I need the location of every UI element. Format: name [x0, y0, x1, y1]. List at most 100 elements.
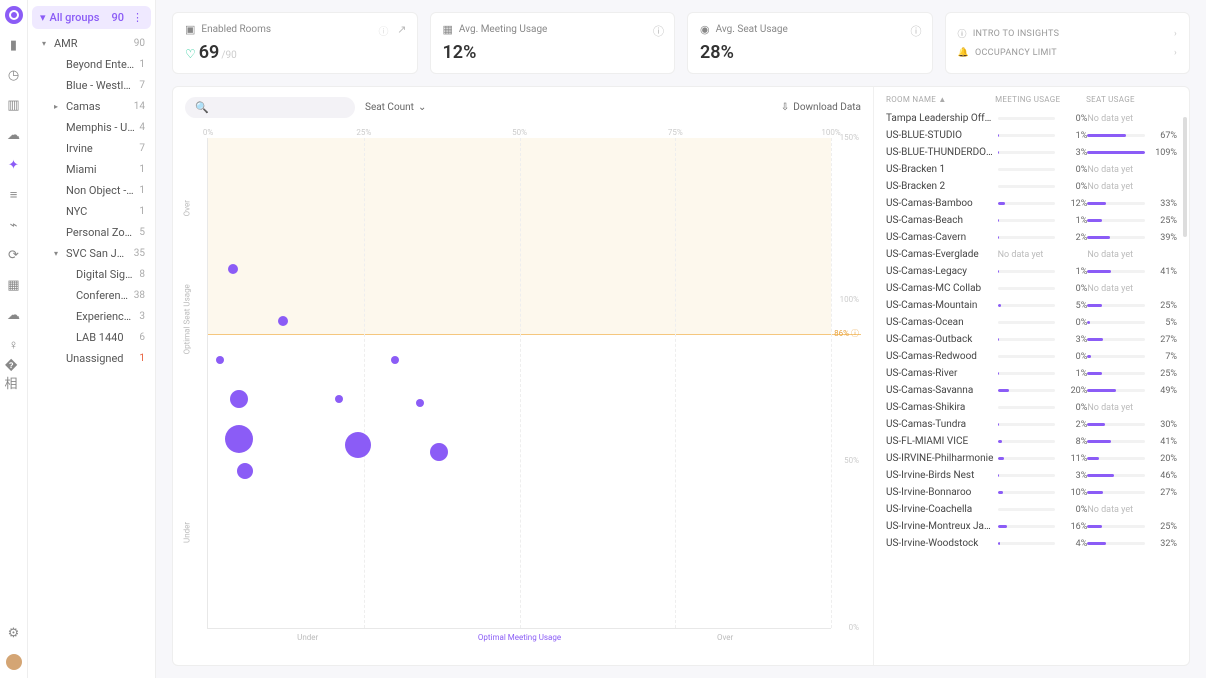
tree-item[interactable]: Irvine7 — [36, 138, 151, 159]
band-label: 86% ⓘ — [834, 328, 859, 339]
bubble[interactable] — [228, 264, 238, 274]
table-row[interactable]: US-FL-MIAMI VICE8%41% — [886, 433, 1177, 450]
table-row[interactable]: US-Camas-Redwood0%7% — [886, 348, 1177, 365]
table-row[interactable]: US-Bracken 10%No data yet — [886, 161, 1177, 178]
tree-item[interactable]: Unassigned1 — [36, 348, 151, 369]
kpi-links: ⓘINTRO TO INSIGHTS›🔔OCCUPANCY LIMIT› — [945, 12, 1191, 74]
table-row[interactable]: US-Camas-Savanna20%49% — [886, 382, 1177, 399]
col-meeting-usage[interactable]: MEETING USAGE — [995, 95, 1086, 104]
table-row[interactable]: US-Camas-River1%25% — [886, 365, 1177, 382]
avatar[interactable] — [6, 654, 22, 670]
table-row[interactable]: US-Irvine-Coachella0%No data yet — [886, 501, 1177, 518]
table-row[interactable]: Tampa Leadership Offsite0%No data yet — [886, 110, 1177, 127]
search-input[interactable]: 🔍 — [185, 97, 355, 118]
meeting-icon: ▦ — [443, 23, 453, 36]
kpi-label: Avg. Seat Usage — [716, 24, 788, 35]
bubble[interactable] — [335, 395, 343, 403]
table-row[interactable]: US-Irvine-Woodstock4%32% — [886, 535, 1177, 552]
table-row[interactable]: US-Camas-Shikira0%No data yet — [886, 399, 1177, 416]
insight-link[interactable]: ⓘINTRO TO INSIGHTS› — [958, 23, 1178, 44]
info-icon[interactable]: ⓘ — [379, 23, 389, 38]
table-row[interactable]: US-Camas-Legacy1%41% — [886, 263, 1177, 280]
table-row[interactable]: US-IRVINE-Philharmonie11%20% — [886, 450, 1177, 467]
table-row[interactable]: US-Camas-MC Collab0%No data yet — [886, 280, 1177, 297]
chevron-down-icon: ⌄ — [418, 102, 426, 113]
more-icon[interactable]: ⋮ — [132, 11, 143, 24]
table-row[interactable]: US-Camas-Cavern2%39% — [886, 229, 1177, 246]
bubble[interactable] — [391, 356, 399, 364]
caret-icon: ▾ — [40, 11, 46, 24]
bubble[interactable] — [230, 390, 248, 408]
scrollbar[interactable] — [1183, 117, 1187, 237]
info-icon[interactable]: ⓘ — [911, 23, 922, 39]
nav-book-icon[interactable]: ▥ — [5, 96, 23, 114]
external-link-icon[interactable]: ↗ — [397, 23, 406, 36]
table-row[interactable]: US-Camas-Bamboo12%33% — [886, 195, 1177, 212]
nav-insights-icon[interactable]: ✦ — [5, 156, 23, 174]
y-axis-over: Over — [183, 200, 192, 216]
table-row[interactable]: US-Irvine-Bonnaroo10%27% — [886, 484, 1177, 501]
nav-grid-icon[interactable]: ▦ — [5, 276, 23, 294]
y-axis-label: Optimal Seat Usage — [183, 284, 192, 354]
bubble[interactable] — [416, 399, 424, 407]
table-row[interactable]: US-BLUE-THUNDERDOME3%109% — [886, 144, 1177, 161]
tree-item[interactable]: NYC1 — [36, 201, 151, 222]
kpi-value: 28% — [700, 42, 920, 63]
tree-item[interactable]: Experience Center3 — [36, 306, 151, 327]
all-groups-label: All groups — [50, 11, 100, 24]
bubble[interactable] — [430, 443, 448, 461]
table-row[interactable]: US-Camas-Beach1%25% — [886, 212, 1177, 229]
bubble[interactable] — [237, 463, 253, 479]
table-row[interactable]: US-BLUE-STUDIO1%67% — [886, 127, 1177, 144]
scatter-chart: Optimal Seat Usage Over Under 86% ⓘ 0%25… — [201, 128, 861, 641]
info-icon[interactable]: ⓘ — [653, 23, 664, 39]
download-button[interactable]: ⇩Download Data — [781, 102, 861, 113]
tree-item[interactable]: Memphis - USDC4 — [36, 117, 151, 138]
sort-select[interactable]: Seat Count⌄ — [365, 102, 426, 113]
nav-dashboard-icon[interactable]: ▮ — [5, 36, 23, 54]
table-row[interactable]: US-Irvine-Montreux Jazz16%25% — [886, 518, 1177, 535]
tree-item[interactable]: Beyond Entertain...1 — [36, 54, 151, 75]
table-row[interactable]: US-Camas-Tundra2%30% — [886, 416, 1177, 433]
tree-item[interactable]: ▾SVC San Jose35 — [36, 243, 151, 264]
bubble[interactable] — [225, 425, 253, 453]
nav-cloud2-icon[interactable]: ☁ — [5, 306, 23, 324]
bubble[interactable] — [216, 356, 224, 364]
table-row[interactable]: US-Camas-Outback3%27% — [886, 331, 1177, 348]
nav-cloud-icon[interactable]: ☁ — [5, 126, 23, 144]
tree-item[interactable]: Miami1 — [36, 159, 151, 180]
col-seat-usage[interactable]: SEAT USAGE — [1086, 95, 1177, 104]
nav-bug-icon[interactable]: ⌁ — [5, 216, 23, 234]
nav-sliders-icon[interactable]: ≡ — [5, 186, 23, 204]
bubble[interactable] — [345, 432, 371, 458]
table-row[interactable]: US-Camas-EvergladeNo data yetNo data yet — [886, 246, 1177, 263]
nav-refresh-icon[interactable]: ⟳ — [5, 246, 23, 264]
nav-rail: ▮ ◷ ▥ ☁ ✦ ≡ ⌁ ⟳ ▦ ☁ ♀ �相 ⚙ — [0, 0, 28, 678]
tree-item[interactable]: Digital Signage8 — [36, 264, 151, 285]
health-icon: ♡ — [185, 47, 196, 61]
kpi-value: 12% — [443, 42, 663, 63]
nav-clock-icon[interactable]: ◷ — [5, 66, 23, 84]
seat-icon: ◉ — [700, 23, 710, 36]
logo-icon[interactable] — [5, 6, 23, 24]
nav-tune-icon[interactable]: �相 — [5, 366, 23, 384]
tree-item[interactable]: Personal ZoomRo...5 — [36, 222, 151, 243]
all-groups-header[interactable]: ▾ All groups 90 ⋮ — [32, 6, 151, 29]
kpi-label: Enabled Rooms — [201, 24, 271, 35]
table-row[interactable]: US-Camas-Ocean0%5% — [886, 314, 1177, 331]
insight-link[interactable]: 🔔OCCUPANCY LIMIT› — [958, 44, 1178, 62]
settings-icon[interactable]: ⚙ — [5, 624, 23, 642]
table-row[interactable]: US-Irvine-Birds Nest3%46% — [886, 467, 1177, 484]
table-row[interactable]: US-Camas-Mountain5%25% — [886, 297, 1177, 314]
tree-item[interactable]: Conference Roo...38 — [36, 285, 151, 306]
col-room-name[interactable]: ROOM NAME ▲ — [886, 95, 995, 104]
tree-item[interactable]: Non Object - Port...1 — [36, 180, 151, 201]
y-axis-under: Under — [183, 522, 192, 543]
tree-item[interactable]: ▸Camas14 — [36, 96, 151, 117]
table-row[interactable]: US-Bracken 20%No data yet — [886, 178, 1177, 195]
tree-item[interactable]: ▾AMR90 — [36, 33, 151, 54]
bubble[interactable] — [278, 316, 288, 326]
tree-item[interactable]: LAB 14406 — [36, 327, 151, 348]
nav-bulb-icon[interactable]: ♀ — [5, 336, 23, 354]
tree-item[interactable]: Blue - Westlake7 — [36, 75, 151, 96]
